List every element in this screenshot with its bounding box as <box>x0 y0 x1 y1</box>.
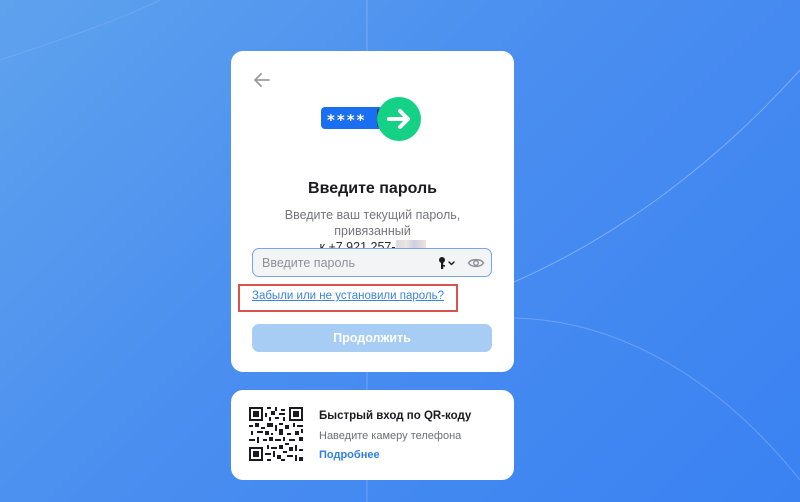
continue-button[interactable]: Продолжить <box>252 324 492 352</box>
back-arrow-icon[interactable] <box>251 69 273 91</box>
qr-code-icon <box>249 407 303 461</box>
forgot-password-link[interactable]: Забыли или не установили пароль? <box>252 290 444 302</box>
subtitle-line: Введите ваш текущий пароль, привязанный <box>284 208 461 238</box>
qr-login-card[interactable]: Быстрый вход по QR-коду Наведите камеру … <box>231 390 514 480</box>
password-illustration-icon: **** <box>321 97 421 141</box>
eye-icon[interactable] <box>467 256 485 270</box>
password-field[interactable] <box>252 248 492 277</box>
qr-subtitle: Наведите камеру телефона <box>319 430 462 442</box>
page-background: **** Введите пароль Введите ваш текущий … <box>0 0 800 502</box>
login-card: **** Введите пароль Введите ваш текущий … <box>231 51 514 372</box>
password-mask-text: **** <box>327 111 366 129</box>
qr-title: Быстрый вход по QR-коду <box>319 410 472 422</box>
password-input[interactable] <box>262 253 432 273</box>
qr-more-link[interactable]: Подробнее <box>319 449 380 461</box>
key-icon[interactable] <box>438 256 456 270</box>
page-title: Введите пароль <box>308 180 437 197</box>
